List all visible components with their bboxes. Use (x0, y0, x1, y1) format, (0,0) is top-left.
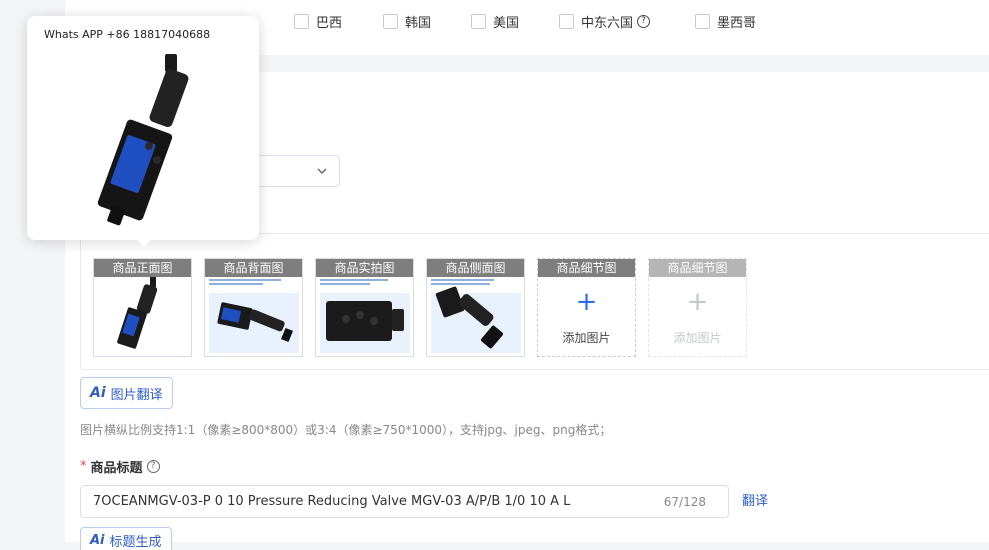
country-label: 中东六国 (581, 15, 634, 31)
ai-icon: Ai (90, 533, 105, 548)
country-label: 巴西 (316, 15, 343, 31)
product-title-label-text: 商品标题 (90, 461, 143, 476)
country-option-mexico[interactable]: 墨西哥 (695, 11, 756, 31)
checkbox[interactable] (294, 13, 309, 29)
image-tile-label: 商品侧面图 (427, 259, 524, 277)
plus-icon: + (575, 287, 598, 317)
image-tile-back[interactable]: 商品背面图 (204, 258, 303, 357)
product-title-input[interactable]: 7OCEANMGV-03-P 0 10 Pressure Reducing Va… (80, 485, 729, 518)
character-counter: 67/128 (663, 495, 706, 509)
checkbox[interactable] (471, 13, 486, 29)
required-mark: * (80, 459, 87, 474)
product-title-value: 7OCEANMGV-03-P 0 10 Pressure Reducing Va… (93, 494, 571, 509)
ai-icon: Ai (90, 385, 106, 401)
image-tile-label: 商品细节图 (538, 259, 635, 277)
image-preview-popover: Whats APP +86 18817040688 (27, 16, 259, 247)
product-preview-image (97, 54, 189, 226)
image-tile-label: 商品正面图 (94, 259, 191, 277)
country-label: 墨西哥 (717, 15, 757, 31)
image-tile-side[interactable]: 商品侧面图 (426, 258, 525, 357)
add-image-label: 添加图片 (673, 331, 722, 345)
image-format-hint: 图片横纵比例支持1:1（像素≥800*800）或3:4（像素≥750*1000）… (80, 423, 612, 437)
plus-icon: + (686, 287, 709, 317)
product-title-label: * 商品标题 ? (80, 457, 160, 476)
whatsapp-contact-text: Whats APP +86 18817040688 (44, 28, 211, 41)
question-circle-icon[interactable]: ? (146, 460, 160, 473)
image-tile-front[interactable]: 商品正面图 (93, 258, 192, 357)
country-label: 韩国 (405, 15, 432, 31)
popover-arrow (135, 238, 153, 247)
image-tile-real-photo[interactable]: 商品实拍图 (315, 258, 414, 357)
chevron-down-icon (317, 168, 327, 174)
title-generate-label: 标题生成 (109, 535, 162, 550)
title-generate-button[interactable]: Ai 标题生成 (80, 527, 172, 550)
image-translate-label: 图片翻译 (110, 387, 163, 403)
image-translate-button[interactable]: Ai 图片翻译 (80, 377, 173, 409)
image-tile-label: 商品背面图 (205, 259, 302, 277)
country-option-usa[interactable]: 美国 (471, 11, 519, 31)
image-tile-label: 商品细节图 (649, 259, 746, 277)
country-option-middle-east[interactable]: 中东六国 ? (559, 11, 651, 31)
translate-link[interactable]: 翻译 (742, 490, 768, 509)
question-circle-icon[interactable]: ? (637, 14, 651, 28)
country-label: 美国 (493, 15, 520, 31)
country-option-korea[interactable]: 韩国 (383, 11, 431, 31)
checkbox[interactable] (383, 13, 398, 29)
add-detail-image-slot-disabled: 商品细节图 + 添加图片 (648, 258, 747, 357)
image-tile-label: 商品实拍图 (316, 259, 413, 277)
checkbox[interactable] (695, 13, 710, 29)
bottom-gutter (65, 542, 989, 550)
country-option-brazil[interactable]: 巴西 (294, 11, 342, 31)
add-detail-image-slot[interactable]: 商品细节图 + 添加图片 (537, 258, 636, 357)
checkbox[interactable] (559, 13, 574, 29)
add-image-label: 添加图片 (562, 331, 611, 345)
